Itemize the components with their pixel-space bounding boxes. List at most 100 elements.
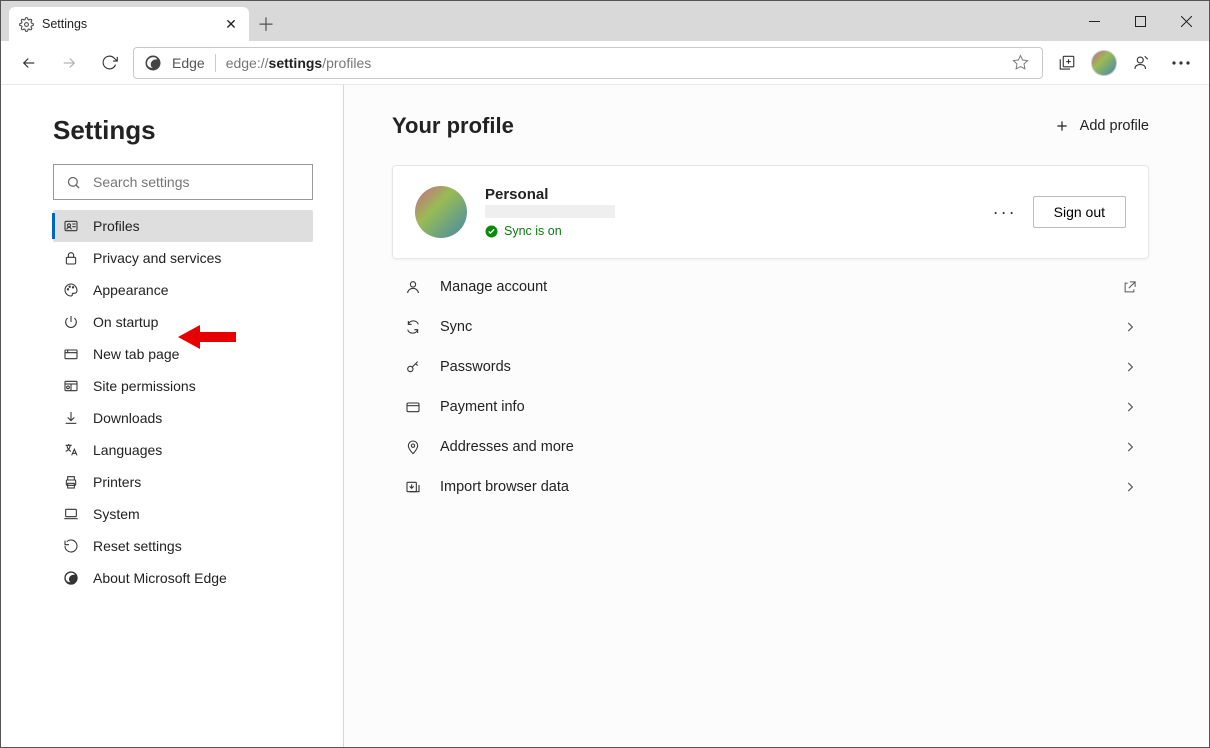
new-tab-button[interactable]: ＋ — [249, 7, 283, 41]
sidebar-item-label: New tab page — [93, 346, 179, 362]
search-icon — [66, 175, 81, 190]
tab-close-button[interactable]: ✕ — [223, 16, 239, 33]
sidebar-item-printers[interactable]: Printers — [53, 466, 313, 498]
profile-avatar-button[interactable] — [1091, 50, 1117, 76]
window-minimize-button[interactable] — [1071, 1, 1117, 41]
profile-menu-list: Manage account Sync Passwords Payment in… — [392, 267, 1149, 507]
sync-status: Sync is on — [485, 224, 615, 238]
profile-row-import-browser-data[interactable]: Import browser data — [392, 467, 1149, 507]
collections-button[interactable] — [1051, 47, 1083, 79]
refresh-button[interactable] — [93, 47, 125, 79]
window-controls — [1071, 1, 1209, 41]
sidebar-item-languages[interactable]: Languages — [53, 434, 313, 466]
sidebar-item-label: Privacy and services — [93, 250, 221, 266]
sidebar-item-label: Profiles — [93, 218, 140, 234]
search-settings-input[interactable] — [91, 173, 300, 191]
sidebar-item-about-microsoft-edge[interactable]: About Microsoft Edge — [53, 562, 313, 594]
chevron-right-icon — [1123, 400, 1137, 414]
forward-button[interactable] — [53, 47, 85, 79]
sidebar-item-privacy-and-services[interactable]: Privacy and services — [53, 242, 313, 274]
profile-row-manage-account[interactable]: Manage account — [392, 267, 1149, 307]
external-icon — [1122, 280, 1137, 295]
laptop-icon — [63, 506, 79, 522]
chevron-right-icon — [1123, 360, 1137, 374]
profile-row-passwords[interactable]: Passwords — [392, 347, 1149, 387]
sidebar-item-system[interactable]: System — [53, 498, 313, 530]
feedback-button[interactable] — [1125, 47, 1157, 79]
profile-row-label: Addresses and more — [440, 439, 574, 455]
chevron-right-icon — [1123, 480, 1137, 494]
sidebar-item-profiles[interactable]: Profiles — [53, 210, 313, 242]
favorite-button[interactable] — [1012, 54, 1032, 71]
settings-sidebar: Settings Profiles Privacy and services A… — [1, 85, 344, 747]
profile-avatar — [415, 186, 467, 238]
sidebar-item-downloads[interactable]: Downloads — [53, 402, 313, 434]
location-icon — [404, 438, 422, 456]
address-bar[interactable]: Edge edge://settings/profiles — [133, 47, 1043, 79]
settings-main: Your profile Add profile Personal Sync i… — [344, 85, 1209, 747]
back-button[interactable] — [13, 47, 45, 79]
main-header: Your profile Add profile — [392, 113, 1149, 139]
profile-row-payment-info[interactable]: Payment info — [392, 387, 1149, 427]
lock-icon — [63, 250, 79, 266]
sidebar-item-label: Site permissions — [93, 378, 196, 394]
profile-row-label: Sync — [440, 319, 472, 335]
card-icon — [404, 398, 422, 416]
toolbar: Edge edge://settings/profiles — [1, 41, 1209, 85]
profile-info: Personal Sync is on — [485, 186, 615, 238]
sync-icon — [404, 318, 422, 336]
sidebar-item-label: Downloads — [93, 410, 162, 426]
titlebar: Settings ✕ ＋ — [1, 1, 1209, 41]
profile-more-button[interactable]: ··· — [993, 202, 1017, 223]
profile-row-label: Manage account — [440, 279, 547, 295]
content: Settings Profiles Privacy and services A… — [1, 85, 1209, 747]
window-maximize-button[interactable] — [1117, 1, 1163, 41]
sidebar-item-label: Reset settings — [93, 538, 182, 554]
sidebar-item-label: About Microsoft Edge — [93, 570, 227, 586]
profile-row-label: Payment info — [440, 399, 525, 415]
sidebar-item-label: System — [93, 506, 140, 522]
profile-row-sync[interactable]: Sync — [392, 307, 1149, 347]
settings-heading: Settings — [53, 115, 311, 146]
add-profile-label: Add profile — [1080, 118, 1149, 134]
profile-card: Personal Sync is on ··· Sign out — [392, 165, 1149, 259]
sidebar-item-label: Appearance — [93, 282, 169, 298]
import-icon — [404, 478, 422, 496]
profile-row-addresses-and-more[interactable]: Addresses and more — [392, 427, 1149, 467]
power-icon — [63, 314, 79, 330]
sidebar-item-on-startup[interactable]: On startup — [53, 306, 313, 338]
key-icon — [404, 358, 422, 376]
profile-row-label: Passwords — [440, 359, 511, 375]
chevron-right-icon — [1123, 440, 1137, 454]
sidebar-item-reset-settings[interactable]: Reset settings — [53, 530, 313, 562]
tab-title: Settings — [42, 17, 87, 31]
site-identity-label: Edge — [172, 55, 205, 71]
sidebar-item-label: Printers — [93, 474, 141, 490]
profile-card-icon — [63, 218, 79, 234]
more-menu-button[interactable] — [1165, 47, 1197, 79]
shield-icon — [63, 378, 79, 394]
sidebar-item-appearance[interactable]: Appearance — [53, 274, 313, 306]
edge-logo-icon — [144, 54, 162, 72]
printer-icon — [63, 474, 79, 490]
palette-icon — [63, 282, 79, 298]
window-close-button[interactable] — [1163, 1, 1209, 41]
sign-out-button[interactable]: Sign out — [1033, 196, 1126, 228]
reset-icon — [63, 538, 79, 554]
sidebar-item-label: Languages — [93, 442, 162, 458]
sidebar-item-site-permissions[interactable]: Site permissions — [53, 370, 313, 402]
divider — [215, 54, 216, 72]
profile-name: Personal — [485, 186, 615, 203]
sidebar-item-label: On startup — [93, 314, 158, 330]
search-settings-box[interactable] — [53, 164, 313, 200]
sidebar-item-new-tab-page[interactable]: New tab page — [53, 338, 313, 370]
chevron-right-icon — [1123, 320, 1137, 334]
profile-card-actions: ··· Sign out — [993, 196, 1126, 228]
browser-tab[interactable]: Settings ✕ — [9, 7, 249, 41]
settings-nav: Profiles Privacy and services Appearance… — [53, 210, 313, 594]
profile-email-redacted — [485, 205, 615, 218]
url-text: edge://settings/profiles — [226, 55, 1002, 71]
sync-status-text: Sync is on — [504, 224, 562, 238]
add-profile-button[interactable]: Add profile — [1054, 118, 1149, 134]
page-title: Your profile — [392, 113, 514, 139]
